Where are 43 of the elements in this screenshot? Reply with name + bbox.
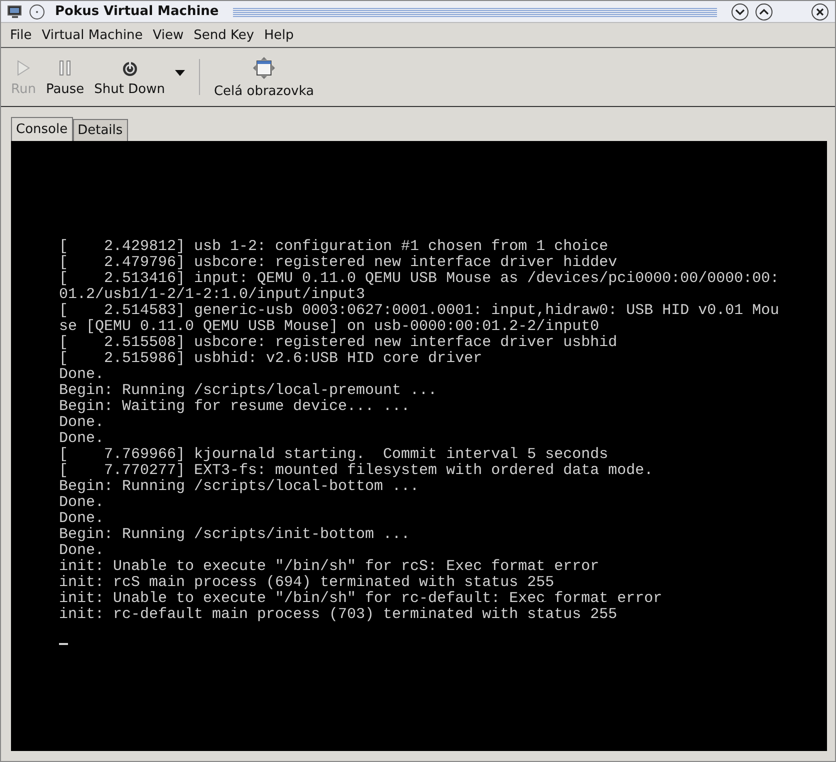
console-line: [ 2.515986] usbhid: v2.6:USB HID core driver [59, 351, 484, 367]
console-line: Begin: Waiting for resume device... ... [59, 399, 412, 415]
console-line: Begin: Running /scripts/local-premount ... [59, 383, 438, 399]
console-line: Done. [59, 431, 106, 447]
console-line: [ 2.429812] usb 1-2: configuration #1 chosen from 1 choice [59, 239, 610, 255]
console-line: Done. [59, 511, 106, 527]
maximize-button[interactable] [755, 2, 773, 20]
caret-icon [174, 70, 185, 76]
menu-item[interactable]: Send Key [190, 26, 258, 44]
pause-button[interactable]: Pause [42, 56, 88, 98]
minimize-button[interactable] [731, 2, 749, 20]
monitor-icon [7, 4, 23, 18]
pin-icon[interactable] [29, 4, 45, 20]
text-cursor [59, 643, 68, 645]
console-line: Done. [59, 415, 106, 431]
console-line: init: Unable to execute "/bin/sh" for rcS: Exec format error [59, 559, 600, 575]
tab[interactable]: Console [11, 117, 73, 141]
console-line: init: rc-default main process (703) terminated with status 255 [59, 607, 618, 623]
console-line: Begin: Running /scripts/local-bottom ... [59, 479, 420, 495]
console-line: [ 2.514583] generic-usb 0003:0627:0001.0001: input,hidraw0: USB HID v0.01 Mou [59, 303, 780, 319]
console-line: Begin: Running /scripts/init-bottom ... [59, 527, 412, 543]
console-line: Done. [59, 367, 106, 383]
console-line: 01.2/usb1/1-2/1-2:1.0/input/input3 [59, 287, 366, 303]
close-button[interactable] [811, 2, 829, 20]
console-line: [ 2.479796] usbcore: registered new interface driver hiddev [59, 255, 618, 271]
console-line: init: Unable to execute "/bin/sh" for rc-default: Exec format error [59, 591, 664, 607]
console-line: se [QEMU 0.11.0 QEMU USB Mouse] on usb-0000:00:01.2-2/input0 [59, 319, 600, 335]
console-line: [ 2.513416] input: QEMU 0.11.0 QEMU USB Mouse as /devices/pci0000:00/0000:00: [59, 271, 780, 287]
menu-item[interactable]: Virtual Machine [38, 26, 146, 44]
console-line: [ 7.770277] EXT3-fs: mounted filesystem with ordered data mode. [59, 463, 654, 479]
tab[interactable]: Details [72, 119, 128, 141]
window-title: Pokus Virtual Machine [55, 4, 219, 19]
menu-item[interactable]: View [150, 26, 187, 44]
menu-item[interactable]: Help [261, 26, 297, 44]
menu-item[interactable]: File [7, 26, 35, 44]
console-line: [ 7.769966] kjournald starting. Commit interval 5 seconds [59, 447, 610, 463]
console-line: [ 2.515508] usbcore: registered new interface driver usbhid [59, 335, 618, 351]
shutdown-button[interactable]: Shut Down [90, 56, 169, 98]
console-line: init: rcS main process (694) terminated with status 255 [59, 575, 556, 591]
console-line: Done. [59, 495, 106, 511]
fullscreen-button[interactable]: Celá obrazovka [210, 54, 318, 100]
console-line: Done. [59, 543, 106, 559]
fullscreen-icon [252, 56, 276, 80]
